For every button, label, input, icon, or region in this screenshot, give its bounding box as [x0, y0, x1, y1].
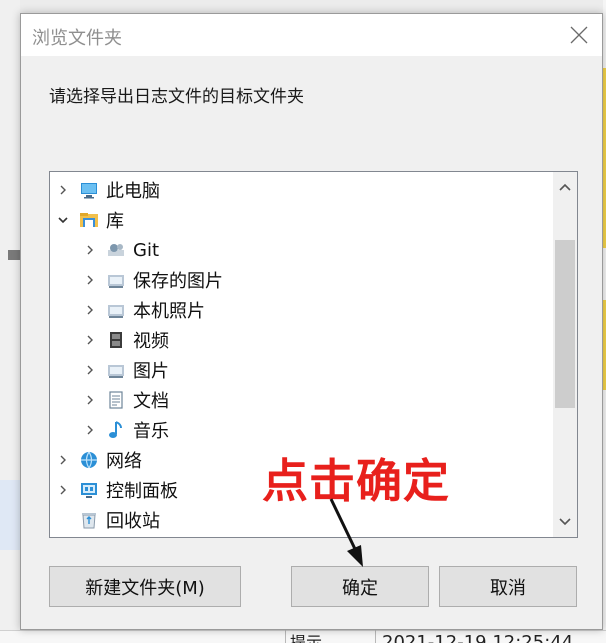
tree-item-saved-pictures[interactable]: 保存的图片: [83, 265, 223, 295]
tree-item-library[interactable]: 库: [56, 205, 124, 235]
saved-pictures-icon: [105, 269, 127, 291]
tree-item-videos[interactable]: 视频: [83, 325, 169, 355]
tree-item-this-pc[interactable]: 此电脑: [56, 175, 160, 205]
chevron-right-icon[interactable]: [83, 393, 97, 407]
computer-icon: [78, 179, 100, 201]
chevron-down-icon[interactable]: [56, 213, 70, 227]
tree-scrollbar[interactable]: [553, 172, 577, 537]
background-timestamp: 2021-12-19 12:25:44: [375, 630, 606, 643]
annotation-arrow-icon: [329, 498, 363, 567]
tree-item-label: 文档: [133, 391, 169, 412]
chevron-right-icon[interactable]: [83, 333, 97, 347]
scroll-up-button[interactable]: [553, 172, 577, 202]
music-icon: [105, 419, 127, 441]
tree-item-label: 回收站: [106, 511, 160, 532]
tree-item-label: 网络: [106, 451, 142, 472]
chevron-down-icon: [559, 518, 571, 526]
chevron-right-icon[interactable]: [83, 273, 97, 287]
camera-roll-icon: [105, 299, 127, 321]
chevron-right-icon[interactable]: [83, 303, 97, 317]
tree-item-label: 此电脑: [106, 181, 160, 202]
scroll-down-button[interactable]: [553, 507, 577, 537]
close-button[interactable]: [556, 14, 602, 56]
chevron-right-icon[interactable]: [56, 183, 70, 197]
title-bar: 浏览文件夹: [21, 14, 602, 56]
tree-item-pictures[interactable]: 图片: [83, 355, 169, 385]
background-selection: [0, 480, 20, 550]
dialog-title: 浏览文件夹: [32, 28, 122, 49]
tree-item-recycle-bin[interactable]: 回收站: [56, 505, 160, 535]
tree-item-git[interactable]: Git: [83, 235, 159, 265]
tree-item-camera-roll[interactable]: 本机照片: [83, 295, 205, 325]
documents-icon: [105, 389, 127, 411]
close-icon: [570, 26, 588, 44]
tree-item-label: 保存的图片: [133, 271, 223, 292]
background-status-label: 提示: [285, 630, 375, 643]
tree-item-network[interactable]: 网络: [56, 445, 142, 475]
chevron-right-icon[interactable]: [56, 453, 70, 467]
new-folder-button[interactable]: 新建文件夹(M): [49, 566, 241, 607]
tree-item-label: 控制面板: [106, 481, 178, 502]
tree-item-control-panel[interactable]: 控制面板: [56, 475, 178, 505]
tree-item-label: 视频: [133, 331, 169, 352]
chevron-right-icon[interactable]: [56, 483, 70, 497]
chevron-right-icon[interactable]: [83, 243, 97, 257]
browse-folder-dialog: 浏览文件夹 请选择导出日志文件的目标文件夹 此电脑 库 Git 保存的图片 本机…: [20, 13, 603, 630]
scrollbar-thumb[interactable]: [555, 240, 575, 408]
cancel-button[interactable]: 取消: [439, 566, 577, 607]
git-library-icon: [105, 239, 127, 261]
instruction-text: 请选择导出日志文件的目标文件夹: [49, 87, 304, 107]
background-marker: [8, 250, 20, 260]
tree-item-label: 库: [106, 211, 124, 232]
pictures-icon: [105, 359, 127, 381]
tree-item-label: 本机照片: [133, 301, 205, 322]
network-icon: [78, 449, 100, 471]
control-panel-icon: [78, 479, 100, 501]
chevron-right-icon[interactable]: [83, 363, 97, 377]
recycle-bin-icon: [78, 509, 100, 531]
chevron-right-icon[interactable]: [83, 423, 97, 437]
library-folder-icon: [78, 209, 100, 231]
ok-button[interactable]: 确定: [291, 566, 429, 607]
videos-icon: [105, 329, 127, 351]
chevron-up-icon: [559, 183, 571, 191]
tree-item-documents[interactable]: 文档: [83, 385, 169, 415]
tree-item-label: 图片: [133, 361, 169, 382]
tree-item-music[interactable]: 音乐: [83, 415, 169, 445]
tree-item-label: Git: [133, 239, 160, 261]
tree-item-label: 音乐: [133, 421, 169, 442]
